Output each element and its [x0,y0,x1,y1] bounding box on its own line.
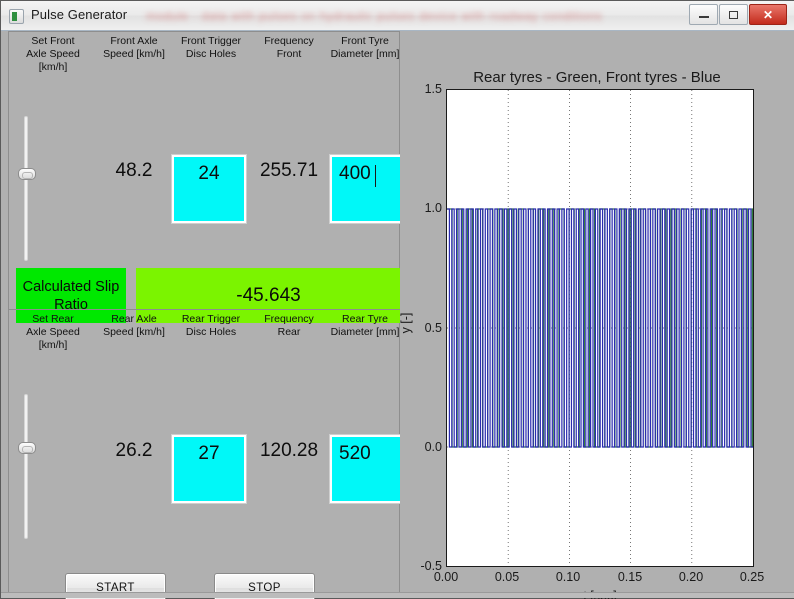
front-axle-speed-value: 48.2 [115,160,153,181]
front-trigger-disc-holes-input[interactable]: 24 [172,155,246,223]
label-front-trigger-disc-holes: Front Trigger Disc Holes [180,35,242,60]
window-title: Pulse Generator [31,7,128,22]
set-rear-axle-speed-slider[interactable] [18,394,36,539]
pulse-chart-panel: Rear tyres - Green, Front tyres - Blue y… [399,31,794,599]
y-tick-label: 0.5 [424,321,442,335]
plot-area[interactable] [446,89,754,567]
slider-track [24,394,28,539]
set-front-axle-speed-slider[interactable] [18,116,36,261]
window-title-redacted-suffix: module - data with pulses on hydraulic p… [146,9,603,23]
label-rear-tyre-diameter: Rear Tyre Diameter [mm] [330,313,400,338]
minimize-icon [690,5,717,24]
x-tick-label: 0.00 [433,570,459,584]
close-button[interactable]: ✕ [749,4,787,25]
app-icon [9,9,24,24]
label-front-tyre-diameter: Front Tyre Diameter [mm] [330,35,400,60]
x-tick-label: 0.20 [678,570,704,584]
label-frequency-front: Frequency Front [264,35,314,60]
maximize-button[interactable] [719,4,748,25]
y-tick-label: 1.5 [424,82,442,96]
slider-track [24,116,28,261]
slider-thumb[interactable] [18,442,36,454]
chart-title: Rear tyres - Green, Front tyres - Blue [473,69,721,86]
y-tick-label: 0.0 [424,440,442,454]
rear-tyre-diameter-value: 520 [339,443,371,464]
minimize-button[interactable] [689,4,718,25]
x-tick-label: 0.25 [739,570,765,584]
label-frequency-rear: Frequency Rear [264,313,314,338]
front-tyre-diameter-input[interactable]: 400 [330,155,404,223]
x-tick-label: 0.10 [555,570,581,584]
x-tick-label: 0.15 [617,570,643,584]
label-rear-axle-speed: Rear Axle Speed [km/h] [103,313,165,338]
rear-header-row: Set Rear Axle Speed [km/h] Rear Axle Speed … [9,309,401,351]
x-tick-label: 0.05 [494,570,520,584]
front-tyre-diameter-value: 400 [339,163,371,184]
label-set-rear-axle-speed: Set Rear Axle Speed [km/h] [26,313,80,351]
pulse-generator-window: Pulse Generator module - data with pulse… [0,0,794,599]
rear-trigger-disc-holes-input[interactable]: 27 [172,435,246,503]
title-bar: Pulse Generator module - data with pulse… [1,1,794,31]
rear-axle-speed-value: 26.2 [115,440,153,461]
label-rear-trigger-disc-holes: Rear Trigger Disc Holes [181,313,241,338]
front-header-row: Set Front Axle Speed [km/h] Front Axle Spee… [9,31,401,73]
maximize-icon [720,5,747,24]
control-panel: Set Front Axle Speed [km/h] Front Axle Spee… [8,31,404,599]
text-caret [375,165,376,187]
close-icon: ✕ [762,7,774,22]
label-set-front-axle-speed: Set Front Axle Speed [km/h] [26,35,80,73]
rear-tyre-diameter-input[interactable]: 520 [330,435,404,503]
rear-frequency-value: 120.28 [259,440,319,461]
label-front-axle-speed: Front Axle Speed [km/h] [103,35,165,60]
y-tick-label: 1.0 [424,201,442,215]
front-trigger-disc-holes-value: 24 [198,163,220,184]
front-frequency-value: 255.71 [259,160,319,181]
slider-thumb[interactable] [18,168,36,180]
status-bar [1,592,794,598]
pulse-waveform-plot [447,90,753,566]
rear-trigger-disc-holes-value: 27 [198,443,220,464]
